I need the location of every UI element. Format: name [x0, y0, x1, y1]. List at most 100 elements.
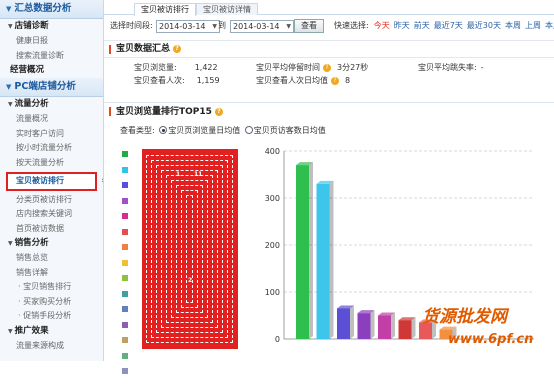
group-label: 流量分析 [14, 99, 49, 109]
legend-swatch [122, 352, 128, 359]
radio-page-views-daily[interactable] [159, 126, 168, 134]
view-type-label: 查看类型: [120, 126, 155, 135]
sidebar-item-item-visit-ranking[interactable]: 宝贝被访排行› [6, 172, 103, 191]
stat-label: 宝贝平均跳失率: [418, 63, 477, 72]
bar-side [411, 317, 416, 339]
dropdown-arrow-icon: ▼ [286, 23, 291, 30]
stat-value: 8 [345, 76, 351, 85]
color-legend [122, 151, 130, 384]
legend-swatch [122, 166, 128, 173]
quick-yesterday[interactable]: 昨天 [394, 21, 410, 30]
y-tick-label: 400 [265, 147, 280, 156]
sidebar-item-daily-traffic[interactable]: 按天流量分析 [0, 156, 103, 171]
help-icon[interactable]: ? [173, 45, 182, 53]
query-button[interactable]: 查看 [294, 19, 324, 33]
bar [378, 315, 391, 339]
legend-swatch [122, 337, 128, 343]
legend-swatch [122, 244, 128, 250]
end-date-value: 2014-03-14 [233, 22, 280, 31]
stat-value: 1,422 [194, 63, 218, 72]
legend-swatch [122, 368, 128, 374]
group-traffic-analysis[interactable]: ▼ 流量分析 [0, 97, 103, 112]
quick-day-before[interactable]: 前天 [414, 21, 430, 30]
sidebar-item-sales-detail[interactable]: 销售详解 [0, 266, 103, 281]
y-tick-label: 100 [265, 288, 280, 297]
sidebar-item-label: 买家购买分析 [23, 296, 72, 306]
sidebar-item-sales-overview[interactable]: 销售总览 [0, 251, 103, 266]
summary-title: 宝贝数据汇总? [104, 41, 554, 58]
legend-swatch [122, 259, 128, 266]
bar [337, 308, 350, 339]
sidebar-item-realtime-visits[interactable]: 实时客户访问 [0, 127, 103, 142]
watermark-url: www.6pf.cn [448, 332, 534, 347]
section-pc-store-analysis[interactable]: ▼ PC端店铺分析 [0, 78, 103, 97]
end-date-input[interactable]: 2014-03-14 ▼ [230, 20, 294, 33]
help-icon[interactable]: ? [323, 64, 331, 72]
bar [398, 320, 412, 339]
sidebar-item-search-keywords[interactable]: 店内搜索关键词 [0, 207, 103, 222]
y-tick-label: 0 [275, 335, 280, 344]
treemap-block [186, 195, 193, 303]
bar [316, 183, 330, 339]
bar [296, 165, 309, 339]
bar-side [350, 305, 354, 339]
help-icon[interactable]: ? [214, 108, 223, 116]
sidebar-item-search-diagnosis[interactable]: 搜索流量诊断 [0, 49, 103, 64]
dropdown-arrow-icon: ▼ [212, 23, 217, 30]
help-icon[interactable]: ? [331, 77, 339, 85]
section-summary-label: 汇总数据分析 [14, 3, 72, 14]
section-summary-analysis[interactable]: ▼ 汇总数据分析 [0, 0, 103, 19]
stat-label: 宝贝查看人次: [134, 76, 185, 85]
sidebar-item-hourly-traffic[interactable]: 按小时流量分析 [0, 141, 103, 156]
y-tick-label: 200 [265, 241, 280, 250]
sidebar: ▼ 汇总数据分析 ▼ 店铺诊断 健康日报 搜索流量诊断 经营概况 ▼ PC端店铺分析 … [0, 0, 104, 361]
section-pc-label: PC端店铺分析 [14, 81, 76, 92]
group-store-diagnosis[interactable]: ▼ 店铺诊断 [0, 19, 103, 34]
group-sales-analysis[interactable]: ▼ 销售分析 [0, 236, 103, 251]
start-date-input[interactable]: 2014-03-14 ▼ [156, 20, 220, 33]
legend-swatch [122, 197, 128, 204]
quick-this-week[interactable]: 本周 [505, 21, 521, 30]
group-business-overview[interactable]: 经营概况 [0, 63, 103, 78]
stat-label: 宝贝平均停留时间 [256, 63, 320, 72]
summary-panel: 宝贝数据汇总? 宝贝浏览量: 1,422 宝贝平均停留时间? 3分27秒 宝贝平均跳… [104, 40, 554, 86]
radio-label: 宝贝页访客数日均值 [253, 126, 326, 135]
sidebar-item-item-sales-ranking[interactable]: · 宝贝销售排行 [0, 280, 103, 295]
sidebar-item-buyer-analysis[interactable]: · 买家购买分析 [0, 295, 103, 310]
legend-swatch [122, 228, 128, 235]
stat-item-visitors: 宝贝查看人次: 1,159 [134, 75, 220, 86]
legend-swatch [122, 213, 128, 219]
quick-last-7-days[interactable]: 最近7天 [434, 21, 463, 30]
sidebar-item-traffic-source[interactable]: 流量来源构成 [0, 339, 103, 354]
stat-visitors-daily-avg: 宝贝查看人次日均值? 8 [256, 75, 350, 86]
sidebar-item-category-ranking[interactable]: 分类页被访排行 [0, 193, 103, 208]
bar-side [329, 180, 334, 339]
legend-swatch [122, 290, 128, 297]
watermark-text: 货源批发网 [422, 307, 507, 327]
sidebar-item-homepage-data[interactable]: 首页被访数据 [0, 222, 103, 237]
date-range-label: 选择时间段: [110, 21, 153, 30]
sidebar-item-health-daily[interactable]: 健康日报 [0, 34, 103, 49]
sidebar-item-traffic-overview[interactable]: 流量概况 [0, 112, 103, 127]
quick-last-week[interactable]: 上周 [525, 21, 541, 30]
collapse-icon: ▼ [6, 5, 12, 13]
radio-label: 宝贝页浏览量日均值 [168, 126, 241, 135]
group-label: 销售分析 [14, 238, 49, 248]
stat-value: 3分27秒 [337, 63, 369, 72]
quick-today[interactable]: 今天 [374, 21, 390, 30]
group-promotion-effect[interactable]: ▼ 推广效果 [0, 324, 103, 339]
legend-swatch [122, 182, 128, 188]
group-label: 推广效果 [14, 325, 49, 336]
sidebar-item-promo-analysis[interactable]: · 促销手段分析 [0, 309, 103, 324]
group-label: 店铺诊断 [14, 21, 49, 31]
legend-swatch [122, 275, 128, 281]
quick-select-label: 快速选择: [334, 21, 369, 30]
stat-label: 宝贝查看人次日均值 [256, 76, 328, 85]
quick-this-month[interactable]: 本月 [545, 21, 554, 30]
quick-last-30-days[interactable]: 最近30天 [467, 21, 501, 30]
stat-value: - [480, 63, 484, 72]
legend-swatch [122, 306, 128, 312]
radio-visitors-daily[interactable] [244, 126, 253, 134]
summary-stats: 宝贝浏览量: 1,422 宝贝平均停留时间? 3分27秒 宝贝平均跳失率: - 宝贝查… [104, 58, 554, 86]
tab-item-visit-detail[interactable]: 宝贝被访详情 [196, 3, 258, 15]
